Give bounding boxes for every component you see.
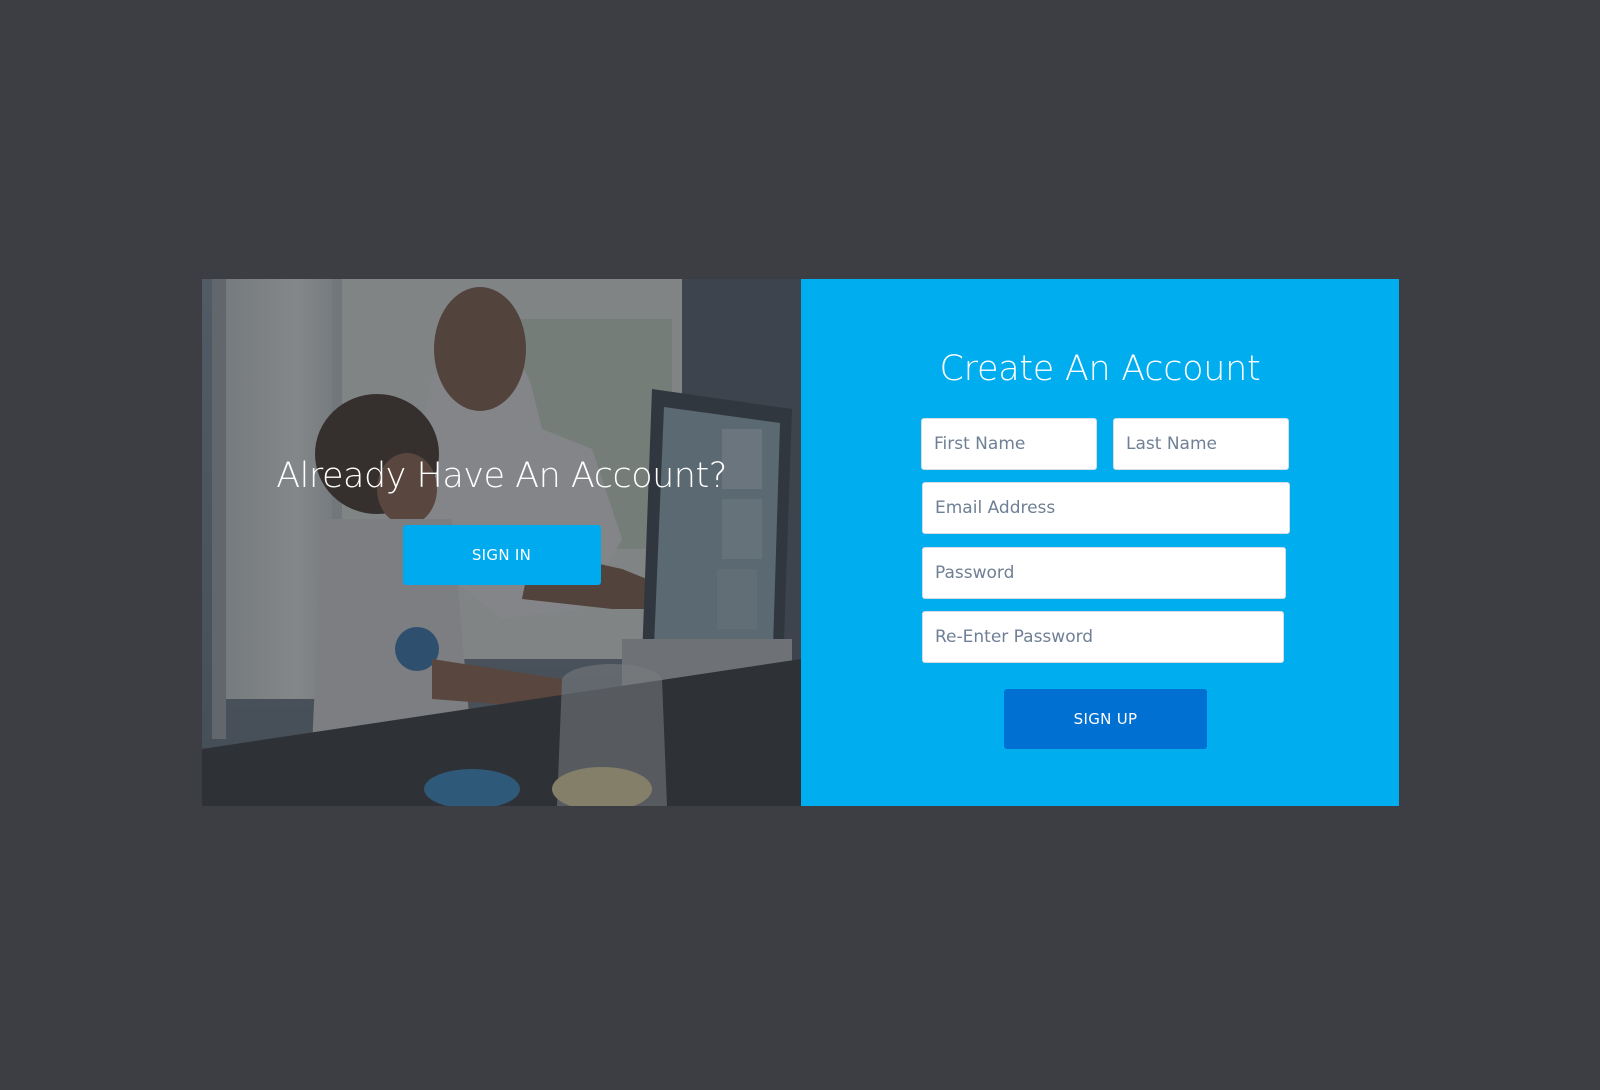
sign-in-button[interactable]: SIGN IN <box>402 525 601 585</box>
sign-in-heading: Already Have An Account? <box>276 456 727 496</box>
sign-in-panel: Already Have An Account? SIGN IN <box>202 279 801 806</box>
sign-up-heading: Create An Account <box>939 349 1261 389</box>
email-field[interactable] <box>922 482 1290 534</box>
sign-up-button[interactable]: SIGN UP <box>1004 689 1207 749</box>
last-name-field[interactable] <box>1113 418 1289 470</box>
auth-card: Already Have An Account? SIGN IN Create … <box>202 279 1399 806</box>
password-field[interactable] <box>922 547 1286 599</box>
sign-up-panel: Create An Account SIGN UP <box>801 279 1399 806</box>
reenter-password-field[interactable] <box>922 611 1284 663</box>
first-name-field[interactable] <box>921 418 1097 470</box>
sign-in-content: Already Have An Account? SIGN IN <box>202 455 801 585</box>
